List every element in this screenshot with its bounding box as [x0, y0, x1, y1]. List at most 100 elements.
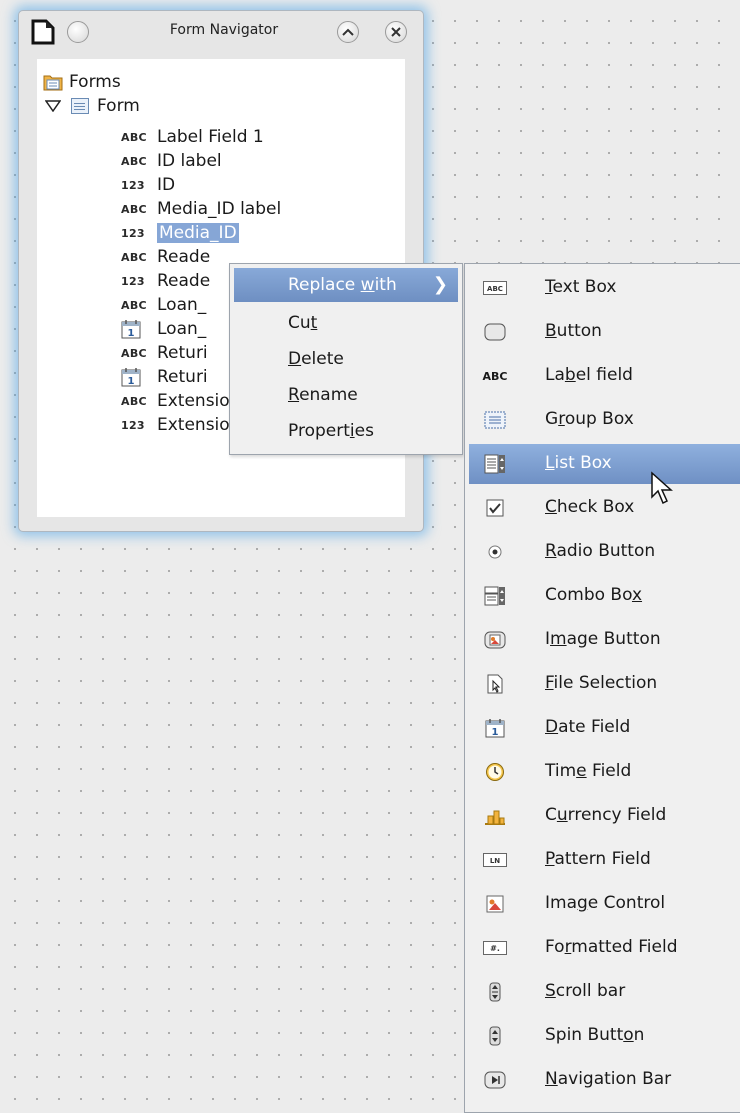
numeric-type-icon: 123	[121, 178, 145, 192]
tree-item-label: Extension	[157, 415, 241, 435]
svg-text:1: 1	[492, 727, 499, 738]
tree-item[interactable]: ABC Reade	[121, 246, 210, 268]
tree-label-form: Form	[97, 96, 140, 116]
text-type-icon: ABC	[121, 130, 147, 144]
svg-text:LN: LN	[490, 857, 500, 865]
title-bar[interactable]: Form Navigator	[19, 11, 423, 53]
tree-item-label: Loan_	[157, 319, 207, 339]
tree-item-label: ID label	[157, 151, 222, 171]
time-field-icon	[483, 761, 507, 783]
tree-item[interactable]: 1 Loan_	[121, 318, 206, 340]
numeric-type-icon: 123	[121, 418, 145, 432]
cut-label: Cut	[288, 313, 318, 333]
replace-with-label: Replace with	[288, 275, 397, 295]
tree-item-forms[interactable]: Forms	[43, 71, 121, 93]
text-type-icon: ABC	[121, 346, 147, 360]
tree-item-label: Label Field 1	[157, 127, 264, 147]
tree-item[interactable]: 123 Extension	[121, 414, 240, 436]
context-menu: Replace with ❯ Cut Delete Rename Propert…	[229, 263, 463, 455]
replace-with-submenu: ABC Text Box Button ABC Label field Grou…	[464, 263, 740, 1113]
submenu-item-currency-field[interactable]: Currency Field	[469, 796, 740, 836]
properties-label: Properties	[288, 421, 374, 441]
tree-item[interactable]: 123 Reade	[121, 270, 210, 292]
svg-text:#.: #.	[490, 944, 500, 953]
chevron-up-icon	[342, 28, 354, 36]
form-icon	[71, 98, 89, 114]
forms-folder-icon	[43, 75, 63, 91]
window-menu-button[interactable]	[67, 21, 89, 43]
submenu-item-image-control[interactable]: Image Control	[469, 884, 740, 924]
submenu-item-radio-button[interactable]: Radio Button	[469, 532, 740, 572]
tree-item[interactable]: ABC ID label	[121, 150, 222, 172]
submenu-item-navigation-bar[interactable]: Navigation Bar	[469, 1060, 740, 1100]
menu-item-rename[interactable]: Rename	[234, 378, 458, 412]
svg-text:ABC: ABC	[487, 285, 503, 293]
scroll-bar-icon	[483, 981, 507, 1003]
text-type-icon: ABC	[121, 298, 147, 312]
tree-item-label: Reade	[157, 247, 211, 267]
text-box-icon: ABC	[483, 277, 507, 299]
pattern-field-icon: LN	[483, 849, 507, 871]
check-box-icon	[483, 497, 507, 519]
tree-item-selected[interactable]: 123 Media_ID	[121, 222, 239, 244]
submenu-item-formatted-field[interactable]: #. Formatted Field	[469, 928, 740, 968]
tree-item[interactable]: ABC Label Field 1	[121, 126, 264, 148]
submenu-item-date-field[interactable]: 1 Date Field	[469, 708, 740, 748]
tree-label-forms: Forms	[69, 72, 121, 92]
file-selection-icon	[483, 673, 507, 695]
tree-item[interactable]: 1 Returi	[121, 366, 208, 388]
tree-item[interactable]: ABC Loan_	[121, 294, 206, 316]
submenu-item-list-box[interactable]: List Box	[469, 444, 740, 484]
tree-item[interactable]: ABC Returi	[121, 342, 208, 364]
numeric-type-icon: 123	[121, 226, 145, 240]
menu-item-cut[interactable]: Cut	[234, 306, 458, 340]
rename-label: Rename	[288, 385, 358, 405]
radio-button-icon	[483, 541, 507, 563]
image-control-icon	[483, 893, 507, 915]
calendar-icon: 1	[121, 320, 141, 339]
tree-item-label: Media_ID label	[157, 199, 282, 219]
tree-item-label: Reade	[157, 271, 211, 291]
tree-item-form[interactable]: Form	[45, 95, 140, 117]
currency-field-icon	[483, 805, 507, 827]
image-button-icon	[483, 629, 507, 651]
submenu-item-file-selection[interactable]: File Selection	[469, 664, 740, 704]
text-type-icon: ABC	[121, 202, 147, 216]
submenu-item-combo-box[interactable]: Combo Box	[469, 576, 740, 616]
window-title: Form Navigator	[169, 22, 279, 38]
calendar-icon: 1	[121, 368, 141, 387]
submenu-item-text-box[interactable]: ABC Text Box	[469, 268, 740, 308]
submenu-item-button[interactable]: Button	[469, 312, 740, 352]
tree-item-label: Media_ID	[157, 223, 239, 243]
submenu-item-time-field[interactable]: Time Field	[469, 752, 740, 792]
submenu-item-group-box[interactable]: Group Box	[469, 400, 740, 440]
tree-item-label: Returi	[157, 343, 208, 363]
tree-item-label: ID	[157, 175, 176, 195]
submenu-item-check-box[interactable]: Check Box	[469, 488, 740, 528]
minimize-button[interactable]	[337, 21, 359, 43]
date-field-icon: 1	[483, 717, 507, 739]
submenu-item-pattern-field[interactable]: LN Pattern Field	[469, 840, 740, 880]
group-box-icon	[483, 409, 507, 431]
menu-item-delete[interactable]: Delete	[234, 342, 458, 376]
expand-triangle-icon[interactable]	[45, 100, 61, 112]
submenu-item-label-field[interactable]: ABC Label field	[469, 356, 740, 396]
submenu-item-image-button[interactable]: Image Button	[469, 620, 740, 660]
menu-item-replace-with[interactable]: Replace with ❯	[234, 268, 458, 302]
button-icon	[483, 321, 507, 343]
tree-item[interactable]: ABC Media_ID label	[121, 198, 281, 220]
text-type-icon: ABC	[121, 394, 147, 408]
submenu-item-scroll-bar[interactable]: Scroll bar	[469, 972, 740, 1012]
list-box-icon	[483, 453, 507, 475]
close-button[interactable]	[385, 21, 407, 43]
close-icon	[391, 27, 401, 37]
combo-box-icon	[483, 585, 507, 607]
formatted-field-icon: #.	[483, 937, 507, 959]
tree-item-label: Returi	[157, 367, 208, 387]
menu-item-properties[interactable]: Properties	[234, 414, 458, 448]
navigation-bar-icon	[483, 1069, 507, 1091]
submenu-item-spin-button[interactable]: Spin Button	[469, 1016, 740, 1056]
delete-label: Delete	[288, 349, 344, 369]
svg-text:1: 1	[128, 376, 135, 387]
tree-item[interactable]: 123 ID	[121, 174, 175, 196]
